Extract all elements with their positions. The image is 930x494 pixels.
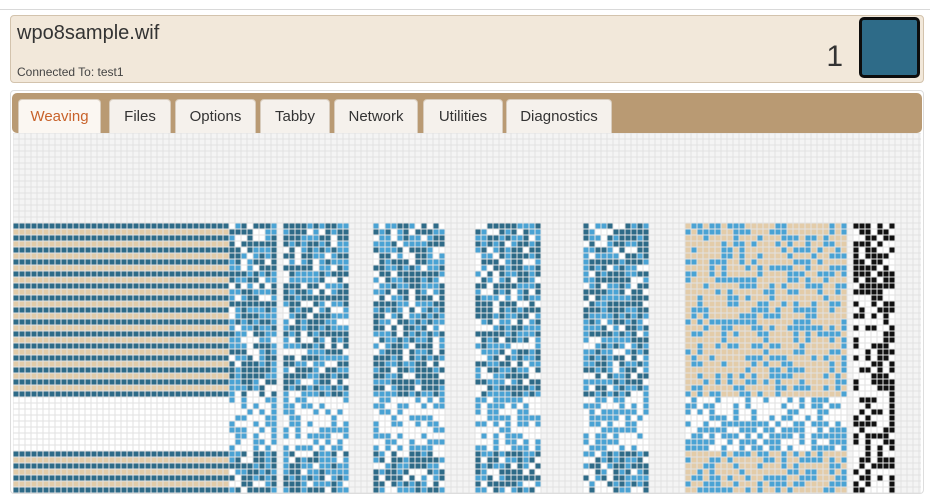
draft-canvas[interactable] [13,133,921,493]
connection-status: Connected To: test1 [17,65,124,79]
pick-number: 1 [826,40,843,73]
main-panel: Weaving Files Options Tabby Network Util… [10,90,924,494]
file-header: wpo8sample.wif Connected To: test1 1 [10,15,924,83]
tab-options[interactable]: Options [175,99,256,133]
tab-utilities[interactable]: Utilities [423,99,503,133]
tab-bar: Weaving Files Options Tabby Network Util… [12,93,922,133]
tab-tabby[interactable]: Tabby [260,99,330,133]
file-name: wpo8sample.wif [17,22,160,44]
tab-weaving[interactable]: Weaving [18,99,101,133]
current-color-swatch[interactable] [859,17,920,78]
tab-diagnostics[interactable]: Diagnostics [506,99,612,133]
tab-network[interactable]: Network [334,99,418,133]
top-divider [0,9,930,10]
weaving-draft-grid[interactable] [13,133,921,493]
tab-files[interactable]: Files [109,99,171,133]
